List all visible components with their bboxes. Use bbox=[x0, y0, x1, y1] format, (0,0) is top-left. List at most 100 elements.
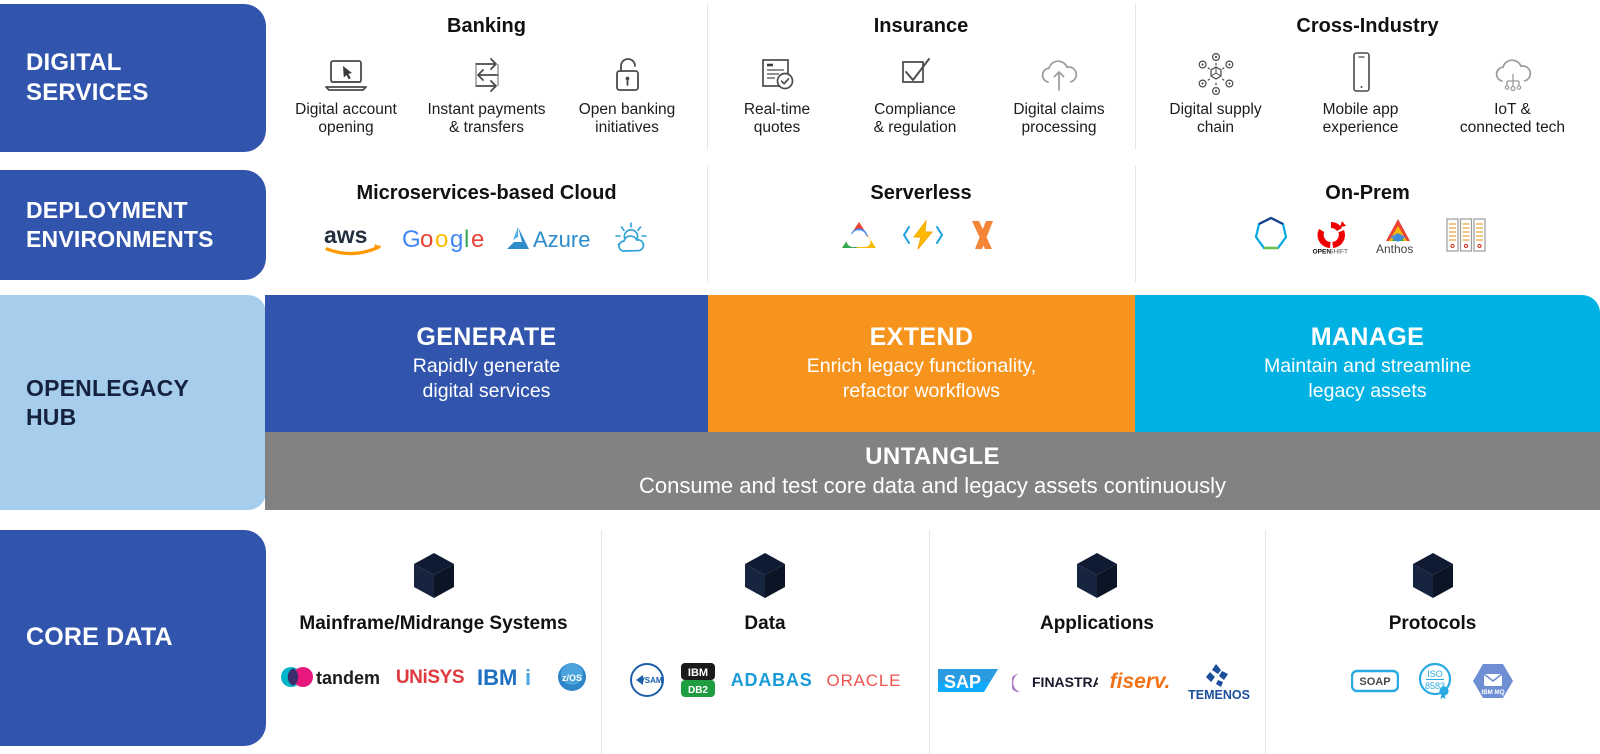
svg-text:g: g bbox=[450, 226, 463, 253]
row-label-openlegacy-hub: OPENLEGACY HUB bbox=[0, 295, 266, 510]
cube-icon bbox=[1265, 550, 1600, 604]
row-label-deployment-environments-text: DEPLOYMENT ENVIRONMENTS bbox=[26, 197, 214, 252]
azure-functions-logo bbox=[900, 218, 946, 252]
architecture-diagram: DIGITAL SERVICES Banking Digital account… bbox=[0, 0, 1600, 754]
cube-icon bbox=[266, 550, 601, 604]
cube-icon bbox=[601, 550, 929, 604]
hub-bar-manage-title: MANAGE bbox=[1310, 322, 1425, 351]
hub-bar-extend-title: EXTEND bbox=[869, 322, 974, 351]
azure-logo: Azure bbox=[503, 223, 595, 255]
row-label-core-data-text: CORE DATA bbox=[26, 623, 173, 652]
row-core-data-content: Mainframe/Midrange Systems tandem UNiSYS… bbox=[266, 520, 1600, 754]
item-caption: IoT & connected tech bbox=[1459, 101, 1566, 137]
digital-service-item: Digital claims processing bbox=[989, 48, 1129, 138]
openshift-logo: OPEN SHIFT bbox=[1311, 216, 1351, 254]
group-title-on-prem: On-Prem bbox=[1325, 182, 1410, 204]
svg-text:IBM: IBM bbox=[688, 667, 708, 679]
svg-text:aws: aws bbox=[324, 222, 367, 248]
svg-text:SAP: SAP bbox=[944, 672, 981, 692]
logo-row: SOAP ISO 8583 IBM MQ bbox=[1265, 661, 1600, 701]
row-label-deployment-environments: DEPLOYMENT ENVIRONMENTS bbox=[0, 170, 266, 280]
hub-bar-untangle-subtitle: Consume and test core data and legacy as… bbox=[638, 472, 1227, 498]
hub-bar-generate-title: GENERATE bbox=[416, 322, 557, 351]
oracle-logo: ORACLE bbox=[826, 670, 902, 690]
svg-text:tandem: tandem bbox=[316, 668, 380, 688]
group-title-cross-industry: Cross-Industry bbox=[1296, 15, 1439, 37]
supply-chain-network-icon bbox=[1193, 48, 1239, 96]
tandem-logo: tandem bbox=[279, 663, 383, 691]
svg-text:Azure: Azure bbox=[533, 227, 590, 252]
core-data-column-name: Protocols bbox=[1388, 613, 1477, 634]
core-data-column-name: Data bbox=[744, 613, 786, 634]
group-title-banking: Banking bbox=[447, 15, 526, 37]
group-title-serverless: Serverless bbox=[870, 182, 972, 204]
mobile-phone-icon bbox=[1346, 48, 1376, 96]
row-label-openlegacy-hub-text: OPENLEGACY HUB bbox=[26, 374, 190, 430]
anthos-logo: Anthos bbox=[1369, 215, 1427, 255]
hub-bar-untangle[interactable]: UNTANGLE Consume and test core data and … bbox=[265, 432, 1600, 510]
ibm-mq-logo: IBM MQ bbox=[1471, 661, 1515, 701]
item-caption: Digital supply chain bbox=[1169, 101, 1262, 137]
fiserv-logo: fiserv. bbox=[1109, 669, 1171, 693]
core-data-column-applications: Applications SAP FINASTRA fiserv. TEMENO… bbox=[929, 550, 1265, 701]
hub-bar-manage[interactable]: MANAGE Maintain and streamline legacy as… bbox=[1135, 295, 1600, 432]
digital-service-item: Compliance & regulation bbox=[845, 48, 985, 138]
hub-bar-generate[interactable]: GENERATE Rapidly generate digital servic… bbox=[265, 295, 708, 432]
row-label-digital-services: DIGITAL SERVICES bbox=[0, 4, 266, 152]
digital-service-item: IoT & connected tech bbox=[1433, 48, 1593, 138]
aws-lambda-logo bbox=[966, 218, 1004, 252]
svg-text:ISO: ISO bbox=[1427, 669, 1443, 679]
row-label-digital-services-text: DIGITAL SERVICES bbox=[26, 48, 149, 106]
core-data-column-protocols: Protocols SOAP ISO 8583 IBM MQ bbox=[1265, 550, 1600, 701]
svg-text:SHIFT: SHIFT bbox=[1329, 249, 1348, 255]
svg-text:IBM MQ: IBM MQ bbox=[1481, 689, 1504, 696]
row-digital-services-content: Banking Digital account opening Instant … bbox=[266, 0, 1600, 154]
svg-text:o: o bbox=[420, 226, 433, 253]
item-caption: Open banking initiatives bbox=[578, 101, 676, 137]
hub-bar-extend-subtitle: Enrich legacy functionality, refactor wo… bbox=[806, 354, 1037, 402]
transfer-arrows-icon bbox=[466, 48, 508, 96]
iso-8583-logo: ISO 8583 bbox=[1415, 661, 1455, 701]
aws-logo: aws bbox=[323, 222, 385, 256]
logo-row: tandem UNiSYS IBM i z/OS bbox=[266, 661, 601, 693]
ibm-db2-logo: IBM DB2 bbox=[679, 661, 717, 699]
row-label-core-data: CORE DATA bbox=[0, 530, 266, 746]
cloud-upload-icon bbox=[1036, 48, 1082, 96]
adabas-logo: ADABAS bbox=[730, 670, 813, 690]
document-check-icon bbox=[756, 48, 798, 96]
zos-logo: z/OS bbox=[556, 661, 588, 693]
logo-row: SAP FINASTRA fiserv. TEMENOS bbox=[929, 661, 1265, 701]
svg-text:VSAM: VSAM bbox=[639, 676, 662, 685]
temenos-logo: TEMENOS bbox=[1182, 661, 1256, 701]
pivotal-logo bbox=[1249, 213, 1293, 257]
cube-icon bbox=[929, 550, 1265, 604]
ibm-cloud-logo bbox=[612, 221, 650, 257]
svg-text:Anthos: Anthos bbox=[1376, 242, 1413, 255]
vsam-logo: VSAM bbox=[629, 662, 665, 698]
item-caption: Digital claims processing bbox=[1013, 101, 1105, 137]
sap-logo: SAP bbox=[937, 666, 1000, 696]
digital-service-item: Digital supply chain bbox=[1143, 48, 1289, 138]
svg-text:i: i bbox=[525, 665, 531, 690]
hub-bar-generate-subtitle: Rapidly generate digital services bbox=[412, 354, 561, 402]
checkbox-tick-icon bbox=[895, 48, 935, 96]
svg-text:DB2: DB2 bbox=[688, 685, 708, 696]
group-title-microservices-cloud: Microservices-based Cloud bbox=[356, 182, 617, 204]
item-caption: Instant payments & transfers bbox=[427, 101, 546, 137]
item-caption: Digital account opening bbox=[295, 101, 397, 137]
digital-service-item: Digital account opening bbox=[280, 48, 413, 138]
digital-service-item: Real-time quotes bbox=[713, 48, 841, 138]
core-data-column-mainframe: Mainframe/Midrange Systems tandem UNiSYS… bbox=[266, 550, 601, 693]
logo-row: VSAM IBM DB2 ADABAS ORACLE bbox=[601, 661, 929, 699]
svg-text:SOAP: SOAP bbox=[1359, 676, 1390, 688]
group-title-insurance: Insurance bbox=[873, 15, 969, 37]
hub-bar-extend[interactable]: EXTEND Enrich legacy functionality, refa… bbox=[708, 295, 1135, 432]
open-padlock-icon bbox=[609, 48, 645, 96]
digital-service-item: Open banking initiatives bbox=[561, 48, 694, 138]
core-data-column-data: Data VSAM IBM DB2 ADABAS ORACLE bbox=[601, 550, 929, 699]
svg-text:FINASTRA: FINASTRA bbox=[1032, 674, 1098, 690]
digital-service-item: Mobile app experience bbox=[1293, 48, 1429, 138]
svg-text:o: o bbox=[435, 226, 448, 253]
soap-logo: SOAP bbox=[1350, 667, 1399, 695]
hub-bar-manage-subtitle: Maintain and streamline legacy assets bbox=[1263, 354, 1472, 402]
